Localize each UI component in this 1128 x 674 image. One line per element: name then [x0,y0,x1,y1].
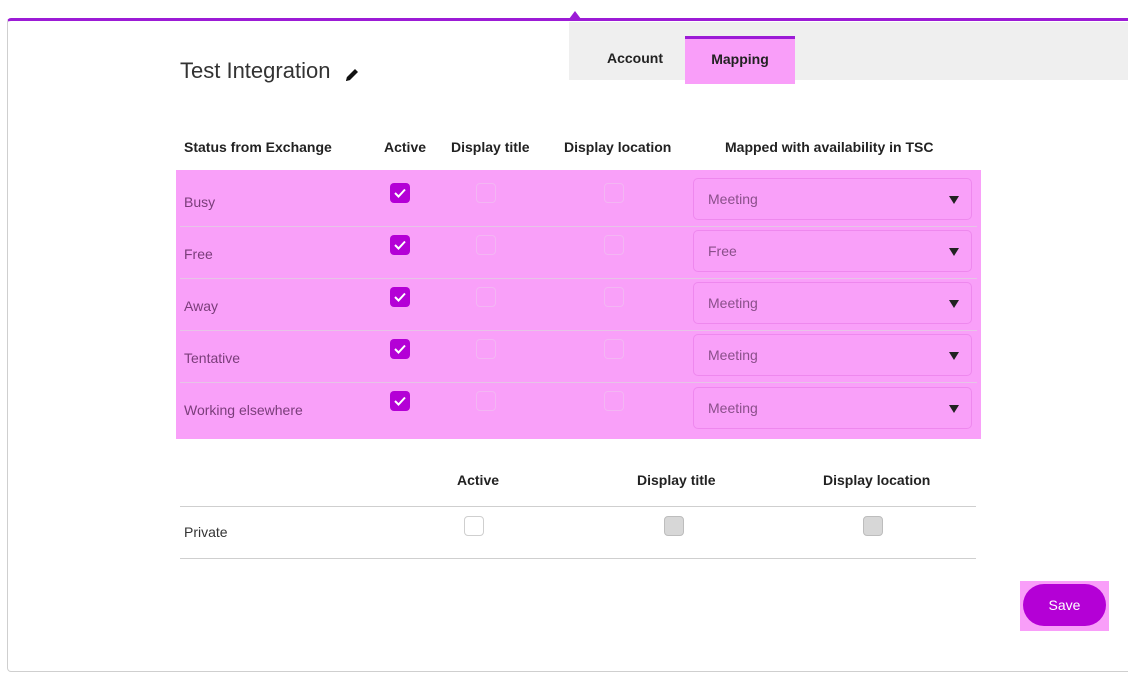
table-row: Busy Meeting [180,174,977,227]
display-title-checkbox[interactable] [476,183,496,203]
availability-select-value: Free [708,243,737,259]
display-location-checkbox[interactable] [604,391,624,411]
display-title-checkbox[interactable] [476,391,496,411]
active-checkbox[interactable] [390,287,410,307]
private-label: Private [184,524,228,540]
dropdown-arrow-icon [949,248,959,256]
status-label: Busy [184,194,216,210]
status-label: Working elsewhere [184,402,303,418]
availability-select-value: Meeting [708,191,758,207]
page-title-text: Test Integration [180,58,331,83]
status-label: Free [184,246,213,262]
display-location-checkbox[interactable] [604,287,624,307]
table-row: Tentative Meeting [180,330,977,383]
tab-mapping[interactable]: Mapping [685,36,795,84]
active-checkbox[interactable] [390,391,410,411]
divider [180,506,976,507]
display-location-checkbox[interactable] [604,235,624,255]
dropdown-arrow-icon [949,196,959,204]
private-header-active: Active [457,472,500,488]
save-button[interactable]: Save [1023,584,1106,626]
availability-select[interactable]: Meeting [693,387,972,429]
dropdown-arrow-icon [949,300,959,308]
availability-select-value: Meeting [708,347,758,363]
tab-bar: Account Mapping [569,22,1128,84]
availability-select[interactable]: Meeting [693,334,972,376]
table-row: Free Free [180,226,977,279]
status-label: Away [184,298,218,314]
availability-select[interactable]: Meeting [693,282,972,324]
private-active-checkbox[interactable] [464,516,484,536]
dropdown-arrow-icon [949,405,959,413]
display-title-checkbox[interactable] [476,287,496,307]
availability-select-value: Meeting [708,400,758,416]
table-row: Away Meeting [180,278,977,331]
table-row: Working elsewhere Meeting [180,382,977,434]
availability-select-value: Meeting [708,295,758,311]
tab-account[interactable]: Account [587,22,683,80]
header-active: Active [384,139,427,155]
page-title: Test Integration [180,58,360,84]
header-display-title: Display title [451,139,530,155]
display-location-checkbox[interactable] [604,339,624,359]
availability-select[interactable]: Meeting [693,178,972,220]
display-location-checkbox[interactable] [604,183,624,203]
save-button-highlight: Save [1020,581,1109,631]
pencil-icon[interactable] [344,63,360,81]
dropdown-arrow-icon [949,352,959,360]
private-display-location-checkbox [863,516,883,536]
display-title-checkbox[interactable] [476,235,496,255]
private-display-title-checkbox [664,516,684,536]
private-header-display-title: Display title [637,472,716,488]
private-header-display-location: Display location [823,472,931,488]
header-status-from-exchange: Status from Exchange [184,139,332,155]
active-checkbox[interactable] [390,339,410,359]
active-checkbox[interactable] [390,235,410,255]
availability-select[interactable]: Free [693,230,972,272]
header-mapped-availability: Mapped with availability in TSC [725,139,934,155]
status-label: Tentative [184,350,241,366]
display-title-checkbox[interactable] [476,339,496,359]
active-checkbox[interactable] [390,183,410,203]
divider [180,558,976,559]
header-display-location: Display location [564,139,672,155]
